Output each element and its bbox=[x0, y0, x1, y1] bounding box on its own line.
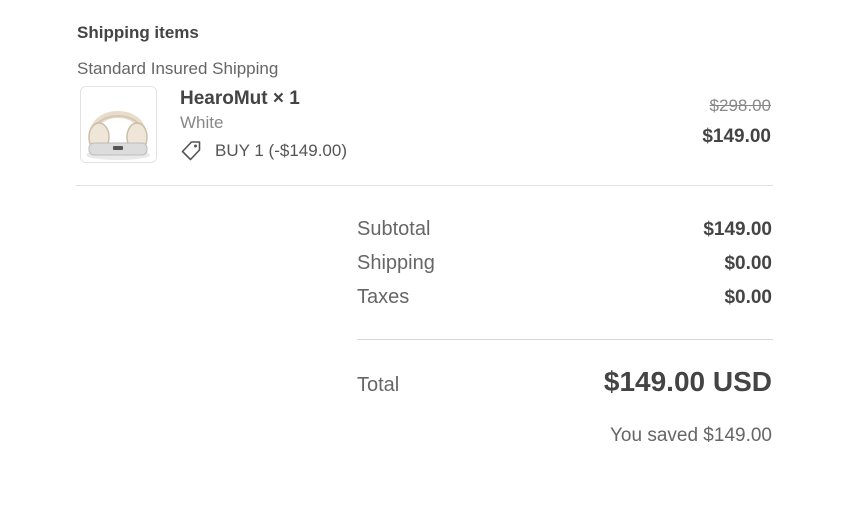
product-variant: White bbox=[180, 113, 224, 132]
product-thumbnail bbox=[80, 86, 157, 163]
total-value: $149.00 USD bbox=[603, 366, 772, 397]
taxes-value: $0.00 bbox=[724, 287, 772, 308]
shipping-items-title: Shipping items bbox=[77, 23, 199, 42]
subtotal-label: Subtotal bbox=[357, 218, 431, 240]
total-row: Total $149.00 USD bbox=[357, 366, 772, 398]
product-name: HearoMut × 1 bbox=[180, 88, 300, 109]
subtotal-value: $149.00 bbox=[703, 219, 772, 240]
subtotal-row: Subtotal $149.00 bbox=[357, 218, 772, 241]
savings-text: You saved $149.00 bbox=[609, 425, 772, 446]
shipping-method-label: Standard Insured Shipping bbox=[77, 59, 279, 78]
tag-icon bbox=[180, 140, 202, 162]
taxes-label: Taxes bbox=[357, 286, 410, 308]
taxes-row: Taxes $0.00 bbox=[357, 286, 772, 309]
total-label: Total bbox=[357, 374, 400, 396]
divider bbox=[76, 185, 773, 186]
shipping-label: Shipping bbox=[357, 252, 435, 274]
shipping-value: $0.00 bbox=[724, 253, 772, 274]
headphones-product-image bbox=[81, 87, 156, 162]
summary-divider bbox=[357, 339, 773, 340]
original-price: $298.00 bbox=[709, 96, 771, 115]
discount-label: BUY 1 (-$149.00) bbox=[215, 141, 347, 160]
shipping-row: Shipping $0.00 bbox=[357, 252, 772, 275]
sale-price: $149.00 bbox=[702, 126, 771, 147]
discount-line: BUY 1 (-$149.00) bbox=[180, 140, 347, 162]
